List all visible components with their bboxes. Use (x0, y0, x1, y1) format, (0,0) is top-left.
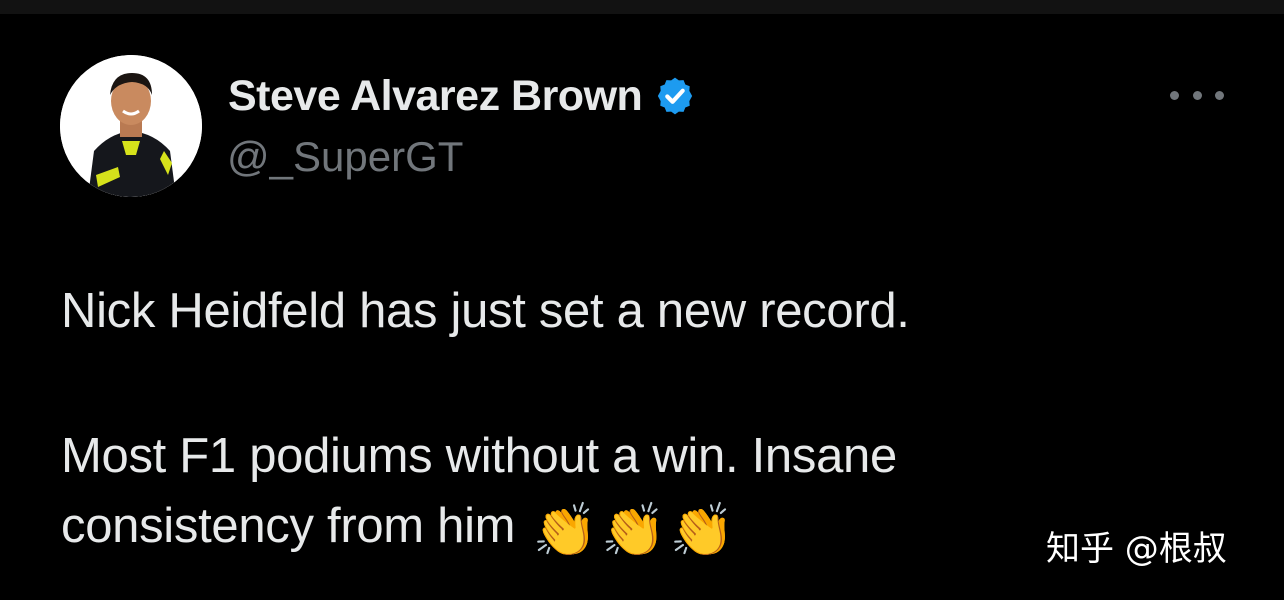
display-name[interactable]: Steve Alvarez Brown (228, 72, 643, 121)
avatar-image (60, 55, 202, 197)
tweet-text-line-3-text: consistency from him (61, 499, 516, 553)
display-name-row[interactable]: Steve Alvarez Brown (228, 72, 696, 120)
clapping-hands-emoji: 👏 (600, 502, 666, 560)
more-horizontal-icon (1170, 90, 1179, 100)
tweet-text-line-2: Most F1 podiums without a win. Insane (61, 429, 897, 483)
avatar[interactable] (60, 55, 202, 197)
verified-badge-icon (654, 75, 696, 117)
tweet-text-line-1: Nick Heidfeld has just set a new record. (61, 284, 910, 338)
more-options-button[interactable] (1170, 80, 1224, 110)
tweet-card[interactable]: Steve Alvarez Brown @_SuperGT Nick Heidf… (0, 0, 1284, 600)
zhihu-watermark: 知乎 @根叔 (1046, 529, 1227, 569)
clapping-hands-emoji: 👏 (532, 502, 598, 560)
clapping-hands-emoji: 👏 (669, 502, 734, 560)
user-handle[interactable]: @_SuperGT (227, 133, 463, 181)
tweet-text-line-3: consistency from him 👏👏👏 (61, 492, 734, 560)
more-horizontal-icon (1192, 90, 1202, 100)
more-horizontal-icon (1215, 90, 1224, 100)
